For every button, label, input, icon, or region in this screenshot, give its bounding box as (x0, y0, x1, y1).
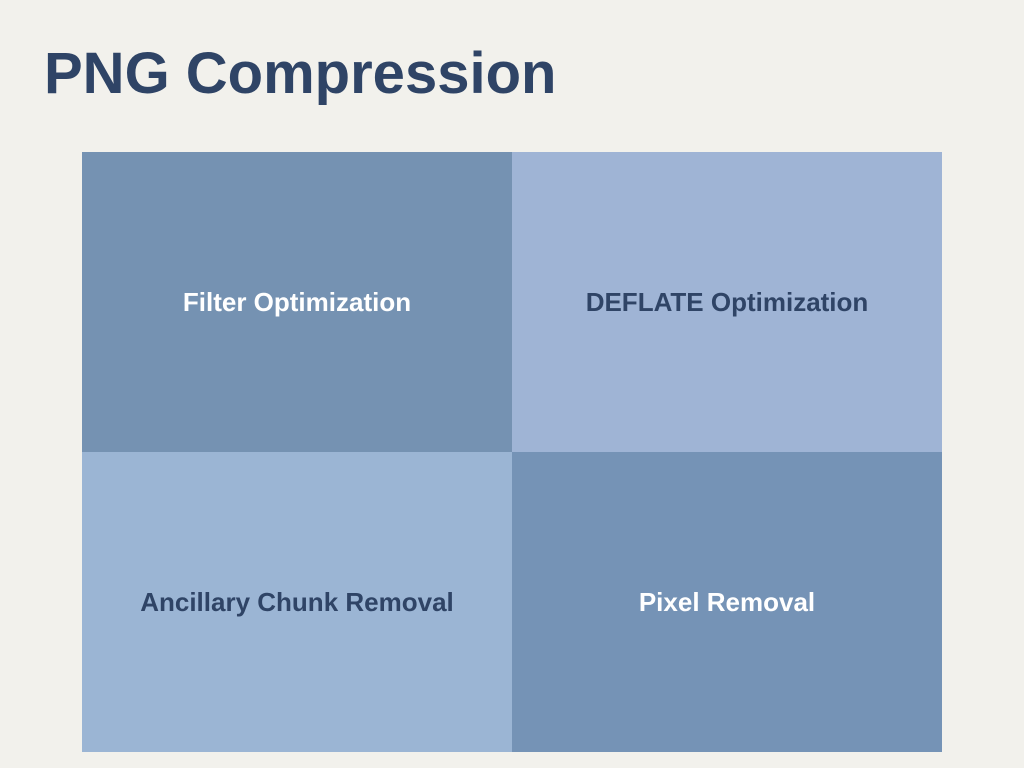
cell-pixel-removal: Pixel Removal (512, 452, 942, 752)
cell-label: Filter Optimization (182, 286, 412, 317)
cell-label: Ancillary Chunk Removal (140, 586, 454, 617)
cell-label: DEFLATE Optimization (585, 286, 869, 317)
cell-ancillary-chunk-removal: Ancillary Chunk Removal (82, 452, 512, 752)
slide-title: PNG Compression (44, 41, 557, 106)
cell-deflate-optimization: DEFLATE Optimization (512, 152, 942, 452)
cell-filter-optimization: Filter Optimization (82, 152, 512, 452)
cell-label: Pixel Removal (638, 586, 816, 617)
